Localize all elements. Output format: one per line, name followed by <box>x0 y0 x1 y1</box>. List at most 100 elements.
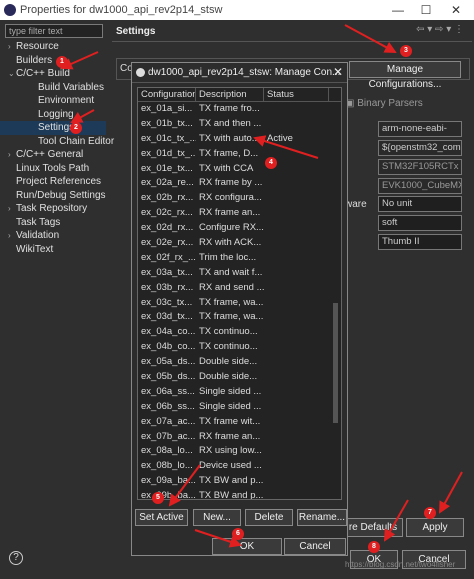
delete-button[interactable]: Delete <box>245 509 293 526</box>
table-row[interactable]: ex_01c_tx_... TX with auto... Active <box>138 132 341 147</box>
table-row[interactable]: ex_09a_ba... TX BW and p... <box>138 474 341 489</box>
maximize-button[interactable]: ☐ <box>414 0 438 20</box>
tree-item-label: Settings <box>38 122 75 133</box>
table-row[interactable]: ex_08a_lo... RX using low... <box>138 444 341 459</box>
table-cell: RX frame an... <box>199 207 261 219</box>
table-row[interactable]: ex_04b_co... TX continuo... <box>138 340 341 355</box>
filter-input[interactable]: type filter text <box>5 24 103 38</box>
expand-arrow-icon[interactable]: › <box>8 229 16 243</box>
tree-item[interactable]: Settings <box>0 121 106 135</box>
table-row[interactable]: ex_06b_ss... Single sided ... <box>138 400 341 415</box>
table-cell: Double side... <box>199 371 258 383</box>
table-cell: TX continuo... <box>199 326 258 338</box>
table-body: ex_01a_si... TX frame fro... ex_01b_tx... T… <box>138 102 341 499</box>
tree-item[interactable]: Run/Debug Settings <box>0 189 106 203</box>
table-cell: RX frame by ... <box>199 177 263 189</box>
column-configuration[interactable]: Configuration <box>138 88 196 101</box>
table-cell <box>264 236 329 251</box>
table-cell: ex_01d_tx_... <box>141 147 196 159</box>
table-cell <box>264 400 329 415</box>
tree-item[interactable]: › Resource <box>0 40 106 54</box>
table-row[interactable]: ex_09b_ba... TX BW and p... <box>138 489 341 499</box>
fpu-select[interactable]: No unit <box>378 196 462 212</box>
scrollbar-thumb[interactable] <box>333 303 338 423</box>
tree-item[interactable]: WikiText <box>0 243 106 257</box>
dialog-cancel-button[interactable]: Cancel <box>284 538 346 555</box>
tree-item[interactable]: Linux Tools Path <box>0 162 106 176</box>
tree-item[interactable]: Project References <box>0 175 106 189</box>
properties-window: Properties for dw1000_api_rev2p14_stsw —… <box>0 0 474 579</box>
table-row[interactable]: ex_01e_tx... TX with CCA <box>138 162 341 177</box>
apply-button[interactable]: Apply <box>406 518 464 537</box>
table-cell: ex_03b_rx... <box>141 281 194 293</box>
restore-defaults-button[interactable]: re Defaults <box>343 518 403 537</box>
expand-arrow-icon[interactable]: ⌄ <box>8 67 16 81</box>
table-cell: Single sided ... <box>199 400 262 412</box>
table-row[interactable]: ex_01a_si... TX frame fro... <box>138 102 341 117</box>
tree-item[interactable]: Builders <box>0 54 106 68</box>
table-row[interactable]: ex_03d_tx... TX frame, wa... <box>138 310 341 325</box>
table-row[interactable]: ex_06a_ss... Single sided ... <box>138 385 341 400</box>
table-row[interactable]: ex_02f_rx_... Trim the loc... <box>138 251 341 266</box>
table-row[interactable]: ex_01d_tx_... TX frame, D... <box>138 147 341 162</box>
table-row[interactable]: ex_02b_rx... RX configura... <box>138 191 341 206</box>
expand-arrow-icon[interactable]: › <box>8 148 16 162</box>
help-icon[interactable]: ? <box>9 551 23 565</box>
float-abi-select[interactable]: soft <box>378 215 462 231</box>
table-row[interactable]: ex_04a_co... TX continuo... <box>138 325 341 340</box>
tree-item[interactable]: ⌄C/C++ Build <box>0 67 106 81</box>
set-active-button[interactable]: Set Active <box>135 509 188 526</box>
table-row[interactable]: ex_07a_ac... TX frame wit... <box>138 415 341 430</box>
table-row[interactable]: ex_08b_lo... Device used ... <box>138 459 341 474</box>
table-row[interactable]: ex_03a_tx... TX and wait f... <box>138 266 341 281</box>
tree-item[interactable]: › C/C++ General <box>0 148 106 162</box>
expand-arrow-icon[interactable]: › <box>8 40 16 54</box>
close-button[interactable]: ✕ <box>444 0 468 20</box>
table-row[interactable]: ex_03c_tx... TX frame, wa... <box>138 296 341 311</box>
table-row[interactable]: ex_02d_rx... Configure RX... <box>138 221 341 236</box>
nav-arrows-icon[interactable]: ⇦ ▾ ⇨ ▾ ⋮ <box>416 24 464 35</box>
column-status[interactable]: Status <box>264 88 329 101</box>
table-row[interactable]: ex_01b_tx... TX and then ... <box>138 117 341 132</box>
board-field[interactable]: EVK1000_CubeMX <box>378 178 462 194</box>
tree-item[interactable]: Environment <box>0 94 106 108</box>
table-row[interactable]: ex_02c_rx... RX frame an... <box>138 206 341 221</box>
table-cell: TX with auto... <box>199 132 260 144</box>
column-description[interactable]: Description <box>196 88 264 101</box>
table-row[interactable]: ex_02a_re... RX frame by ... <box>138 176 341 191</box>
dialog-ok-button[interactable]: OK <box>212 538 282 555</box>
tree-item[interactable]: › Task Repository <box>0 202 106 216</box>
step-badge-2: 2 <box>70 122 82 134</box>
table-cell <box>264 415 329 430</box>
minimize-button[interactable]: — <box>386 0 410 20</box>
dialog-close-button[interactable]: ✕ <box>333 65 343 79</box>
expand-arrow-icon[interactable]: › <box>8 202 16 216</box>
table-row[interactable]: ex_05b_ds... Double side... <box>138 370 341 385</box>
tree-item[interactable]: Task Tags <box>0 216 106 230</box>
table-cell <box>264 340 329 355</box>
tree-item[interactable]: › Validation <box>0 229 106 243</box>
instruction-set-select[interactable]: Thumb II <box>378 234 462 250</box>
rename-button[interactable]: Rename... <box>297 509 347 526</box>
manage-configurations-button[interactable]: Manage Configurations... <box>349 61 461 90</box>
table-cell <box>264 266 329 281</box>
table-cell <box>264 117 329 132</box>
step-badge-8: 8 <box>368 541 380 553</box>
tree-item[interactable]: Tool Chain Editor <box>0 135 114 149</box>
path-field[interactable]: ${openstm32_com <box>378 140 462 156</box>
mcu-field[interactable]: STM32F105RCTx <box>378 159 462 175</box>
binary-parsers-tab[interactable]: ▣ Binary Parsers <box>345 98 465 113</box>
table-row[interactable]: ex_03b_rx... RX and send ... <box>138 281 341 296</box>
new-button[interactable]: New... <box>193 509 241 526</box>
table-row[interactable]: ex_05a_ds... Double side... <box>138 355 341 370</box>
tab-label: Binary Parsers <box>357 98 423 109</box>
table-cell: RX configura... <box>199 192 262 204</box>
table-row[interactable]: ex_07b_ac... RX frame an... <box>138 430 341 445</box>
vertical-scrollbar[interactable] <box>332 103 340 498</box>
table-cell <box>264 489 329 499</box>
table-row[interactable]: ex_02e_rx... RX with ACK... <box>138 236 341 251</box>
table-cell: ex_01b_tx... <box>141 117 193 129</box>
prefix-field[interactable]: arm-none-eabi- <box>378 121 462 137</box>
tree-item[interactable]: Logging <box>0 108 106 122</box>
tree-item[interactable]: Build Variables <box>0 81 106 95</box>
